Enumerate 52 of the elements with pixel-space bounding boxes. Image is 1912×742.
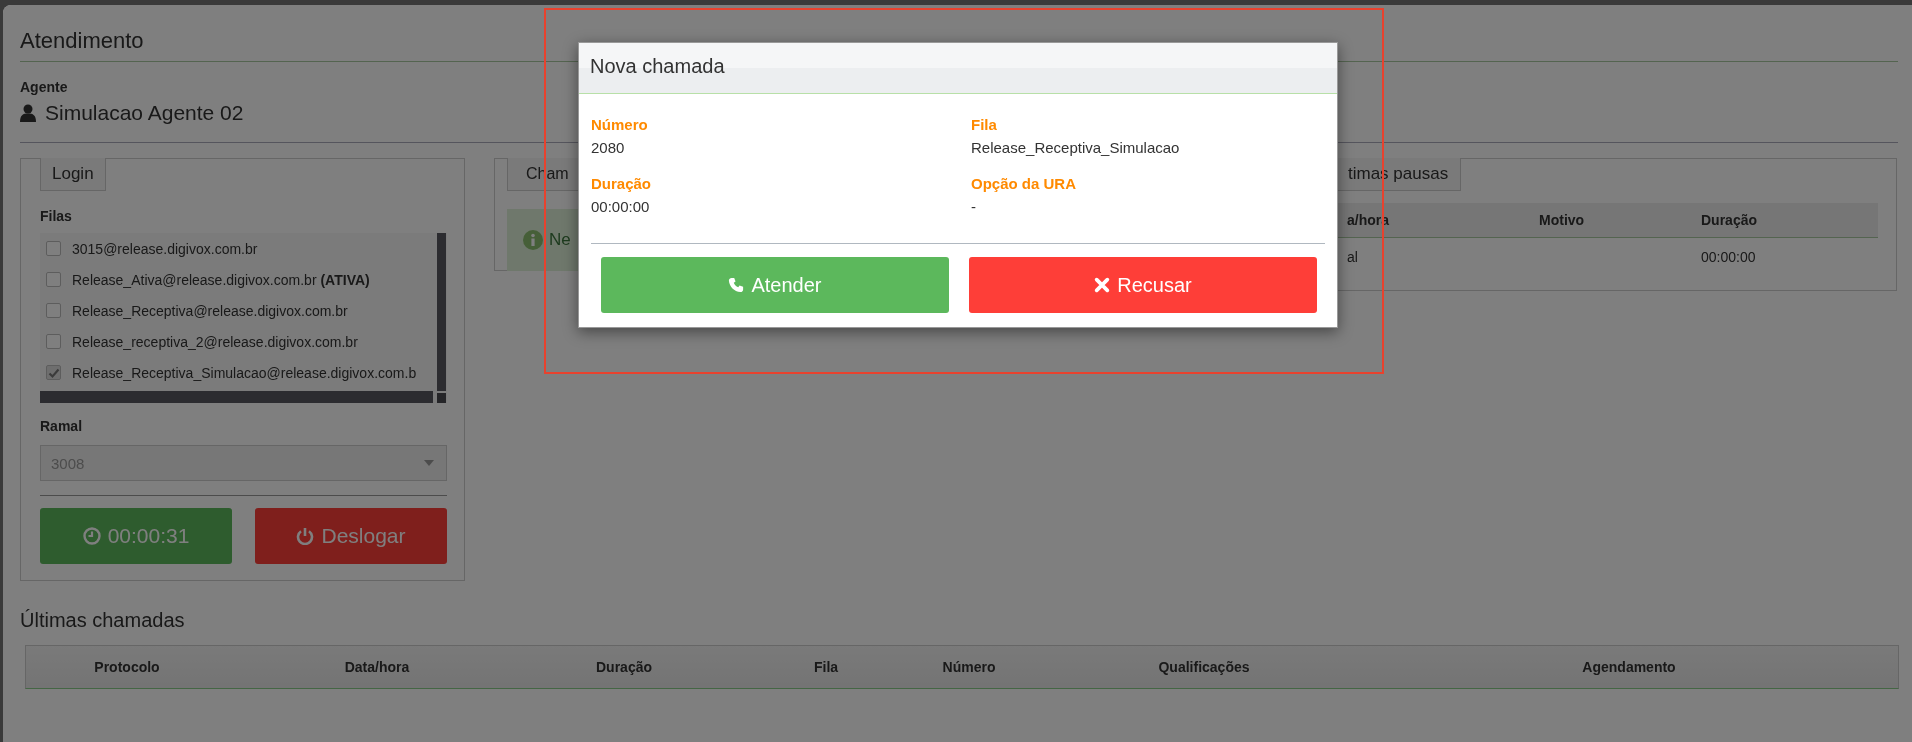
- section-title: Últimas chamadas: [20, 608, 185, 633]
- info-text: Ne: [549, 230, 571, 250]
- queue-name: Release_Receptiva_Simulacao@release.digivox.com.b: [72, 364, 417, 381]
- logout-button[interactable]: Deslogar: [255, 508, 447, 564]
- queue-name: Release_Ativa@release.digivox.com.br (ATIVA): [72, 271, 370, 288]
- clock-icon: [82, 527, 101, 545]
- checkbox[interactable]: [46, 241, 61, 256]
- timer-button[interactable]: 00:00:31: [40, 508, 232, 564]
- field-value: Release_Receptiva_Simulacao: [971, 138, 1181, 158]
- column-header: Agendamento: [1581, 658, 1677, 677]
- queues-label: Filas: [40, 207, 72, 225]
- power-icon: [296, 527, 315, 545]
- scrollbar-corner: [437, 393, 446, 403]
- column-header: Qualificações: [1157, 658, 1251, 677]
- column-header: Motivo: [1531, 203, 1693, 238]
- table-cell-text: 00:00:00: [1700, 248, 1757, 267]
- close-icon: [1094, 277, 1111, 293]
- field-value: -: [971, 197, 977, 217]
- phone-icon: [728, 277, 745, 293]
- scrollbar[interactable]: [40, 391, 433, 403]
- extension-label: Ramal: [40, 417, 83, 435]
- field-label: Duração: [591, 174, 653, 194]
- field-value: 2080: [591, 138, 626, 158]
- agent-name: Simulacao Agente 02: [45, 100, 244, 126]
- field-label: Fila: [971, 115, 998, 135]
- field-value: 00:00:00: [591, 197, 651, 217]
- checkbox[interactable]: [46, 303, 61, 318]
- info-icon: [523, 230, 543, 250]
- column-header: Duração: [1693, 203, 1878, 238]
- column-header: Número: [941, 658, 997, 677]
- column-header: Fila: [812, 658, 840, 677]
- table-cell-text: al: [1346, 248, 1359, 267]
- checkbox[interactable]: [46, 365, 61, 380]
- column-header: Data/hora: [343, 658, 411, 677]
- field-label: Opção da URA: [971, 174, 1077, 194]
- queue-name: 3015@release.digivox.com.br: [72, 240, 258, 257]
- check-icon: [47, 366, 60, 379]
- decline-button[interactable]: Recusar: [969, 257, 1317, 313]
- column-header: Duração: [595, 658, 653, 677]
- dialog-title: Nova chamada: [579, 43, 1337, 94]
- field-label: Número: [591, 115, 649, 135]
- queue-name: Release_receptiva_2@release.digivox.com.br: [72, 333, 358, 350]
- answer-button[interactable]: Atender: [601, 257, 949, 313]
- caret-icon: [424, 460, 434, 466]
- login-tab[interactable]: Login: [40, 158, 106, 191]
- checkbox[interactable]: [46, 272, 61, 287]
- queue-name: Release_Receptiva@release.digivox.com.br: [72, 302, 348, 319]
- column-header: Protocolo: [93, 658, 161, 677]
- user-icon: [20, 104, 36, 122]
- agent-label: Agente: [20, 78, 68, 96]
- checkbox[interactable]: [46, 334, 61, 349]
- scrollbar[interactable]: [437, 233, 446, 391]
